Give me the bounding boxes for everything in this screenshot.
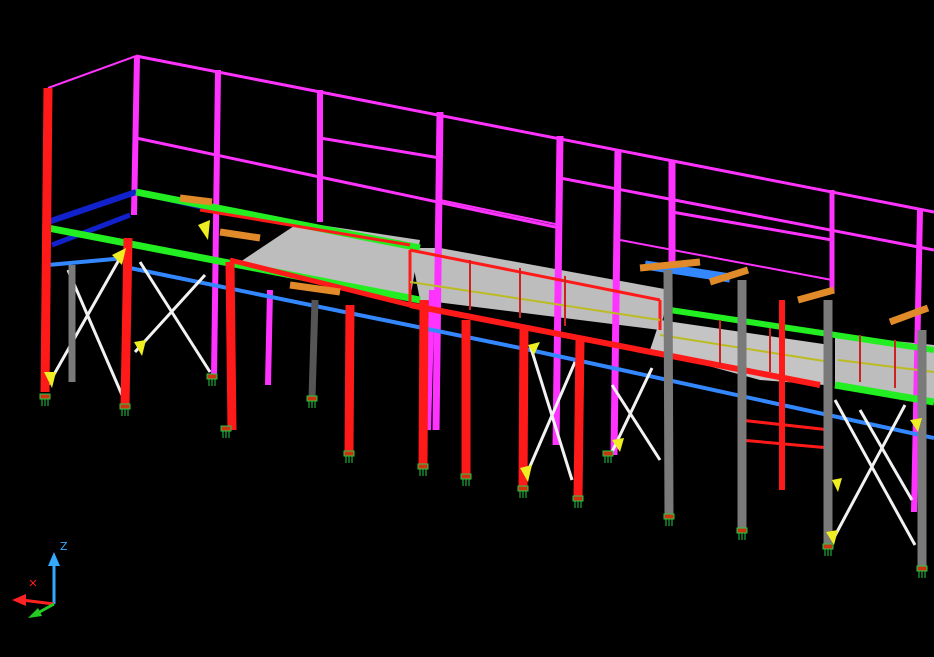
ucs-x-axis <box>21 598 55 606</box>
handrail-rail <box>319 136 441 160</box>
handrail-post <box>265 289 273 386</box>
base-plate <box>517 485 529 492</box>
ucs-z-label: Z <box>60 540 68 553</box>
column-red <box>120 237 133 406</box>
handrail-rail <box>439 199 561 226</box>
knee-bracket <box>198 220 210 240</box>
base-plate <box>822 543 834 550</box>
base-plate <box>663 513 675 520</box>
base-plate-anchors <box>39 373 928 578</box>
ucs-z-arrow <box>48 552 60 566</box>
handrail-top-rail <box>47 55 137 89</box>
support-beams <box>47 188 934 440</box>
base-plate <box>119 403 131 410</box>
base-plate <box>220 425 232 432</box>
ucs-y-arrow <box>28 608 42 618</box>
handrail-post <box>610 149 622 456</box>
base-plate <box>306 395 318 402</box>
base-plate <box>572 495 584 502</box>
knee-bracket <box>832 478 842 492</box>
base-plate <box>460 473 472 480</box>
base-plate <box>343 450 355 457</box>
base-plate <box>206 373 218 380</box>
deck-plate <box>410 248 670 330</box>
cantilever-bracket <box>888 304 930 326</box>
base-plate <box>417 463 429 470</box>
base-plate <box>39 393 51 400</box>
ucs-x-arrow <box>12 594 26 606</box>
column-grey <box>308 299 319 399</box>
column-red <box>518 324 529 487</box>
cantilever-bracket <box>179 194 213 206</box>
column-red <box>418 299 429 466</box>
column-red <box>344 304 355 453</box>
cantilever-bracket <box>219 228 261 242</box>
handrail-mid-rail <box>135 136 561 230</box>
brace <box>828 404 907 546</box>
3d-model-viewport[interactable]: Z <box>0 0 934 657</box>
cantilever-bracket <box>797 286 835 304</box>
brace <box>858 409 914 501</box>
brace <box>833 399 917 546</box>
column-red <box>40 87 53 393</box>
base-plate <box>736 527 748 534</box>
column-red <box>573 339 585 499</box>
column-grey <box>663 269 674 517</box>
beam-blue-light <box>47 256 126 267</box>
handrail-top-rail <box>135 54 934 214</box>
handrail-post <box>432 111 444 431</box>
steel-platform-model <box>39 54 934 578</box>
brace <box>528 344 574 481</box>
base-plate <box>602 450 614 457</box>
edge-beam <box>225 261 237 431</box>
knee-bracket <box>134 340 146 356</box>
handrail-post <box>211 69 221 379</box>
ucs-icon: Z <box>8 540 78 620</box>
base-plate <box>916 565 928 572</box>
